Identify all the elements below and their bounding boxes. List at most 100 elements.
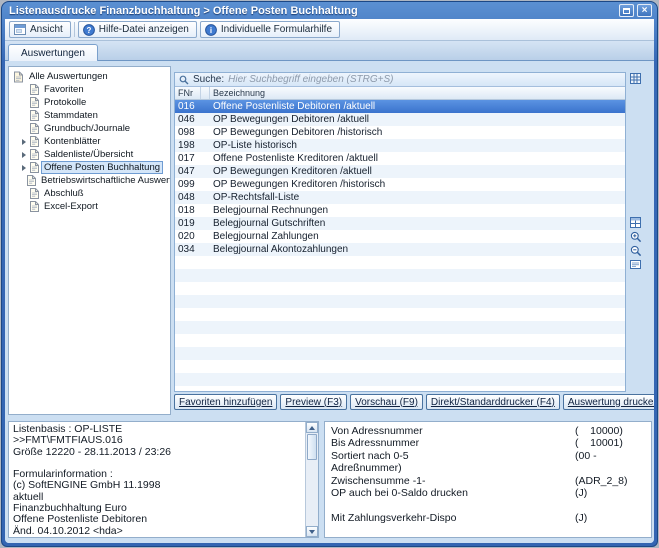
table-row[interactable]: 098 OP Bewegungen Debitoren /historisch — [175, 126, 625, 139]
cell-bezeichnung: Belegjournal Rechnungen — [210, 205, 625, 216]
document-icon — [30, 97, 39, 108]
zoom-out-icon[interactable] — [629, 244, 642, 257]
cell-fnr: 020 — [175, 231, 201, 242]
table-icon[interactable] — [629, 216, 642, 229]
individual-form-help-button[interactable]: i Individuelle Formularhilfe — [200, 21, 340, 38]
table-row[interactable]: 198 OP-Liste historisch — [175, 139, 625, 152]
preview-f3-button[interactable]: Preview (F3) — [280, 394, 347, 410]
cell-bezeichnung: Belegjournal Gutschriften — [210, 218, 625, 229]
restore-button[interactable] — [619, 4, 634, 17]
card-icon[interactable] — [629, 258, 642, 271]
cell-bezeichnung: OP Bewegungen Kreditoren /aktuell — [210, 166, 625, 177]
table-row[interactable]: 048 OP-Rechtsfall-Liste — [175, 191, 625, 204]
tree-item[interactable]: Betriebswirtschaftliche Auswertungen — [9, 174, 170, 187]
restore-icon — [623, 8, 630, 14]
search-bar[interactable]: Suche: Hier Suchbegriff eingeben (STRG+S… — [175, 73, 625, 87]
tree-item[interactable]: Stammdaten — [9, 109, 170, 122]
vorschau-f9-button[interactable]: Vorschau (F9) — [350, 394, 423, 410]
document-icon — [30, 201, 39, 212]
scroll-up-icon — [309, 426, 315, 430]
zoom-in-icon[interactable] — [629, 230, 642, 243]
param-value: ( 10000) — [575, 425, 623, 437]
tree-root-item[interactable]: Alle Auswertungen — [9, 67, 170, 83]
document-icon — [30, 123, 39, 134]
tree-item[interactable]: Favoriten — [9, 83, 170, 96]
cell-fnr: 098 — [175, 127, 201, 138]
tree-item[interactable]: Kontenblätter — [9, 135, 170, 148]
table-row[interactable]: 046 OP Bewegungen Debitoren /aktuell — [175, 113, 625, 126]
expand-icon[interactable] — [20, 100, 27, 106]
toolbar: Ansicht ? Hilfe-Datei anzeigen i Individ… — [5, 19, 654, 41]
expand-icon[interactable] — [20, 139, 27, 145]
column-header-fnr[interactable]: FNr — [175, 87, 201, 99]
tree-item[interactable]: Protokolle — [9, 96, 170, 109]
tree-items: Favoriten Protokolle Stammdaten Grundbuc… — [9, 83, 170, 213]
print-report-button[interactable]: Auswertung drucken — [563, 394, 654, 410]
tree-item-label: Excel-Export — [42, 201, 100, 212]
expand-icon[interactable] — [20, 113, 27, 119]
scroll-up-button[interactable] — [306, 422, 318, 433]
tree-item-selected[interactable]: Offene Posten Buchhaltung — [9, 161, 170, 174]
table-row[interactable]: 018 Belegjournal Rechnungen — [175, 204, 625, 217]
help-file-button[interactable]: ? Hilfe-Datei anzeigen — [78, 21, 197, 38]
expand-icon[interactable] — [20, 87, 27, 93]
close-button[interactable]: × — [637, 4, 652, 17]
param-label: Bis Adressnummer — [331, 437, 419, 449]
table-row[interactable]: 020 Belegjournal Zahlungen — [175, 230, 625, 243]
cell-fnr: 019 — [175, 218, 201, 229]
tree-item[interactable]: Grundbuch/Journale — [9, 122, 170, 135]
tree-item-label: Favoriten — [42, 84, 86, 95]
table-row[interactable]: 019 Belegjournal Gutschriften — [175, 217, 625, 230]
expand-icon[interactable] — [20, 178, 24, 184]
expand-icon[interactable] — [20, 165, 27, 171]
expand-icon[interactable] — [20, 204, 27, 210]
column-header-bezeichnung[interactable]: Bezeichnung — [210, 87, 625, 99]
param-value: (ADR_2_8) — [575, 475, 628, 487]
param-value: (00 - — [575, 450, 597, 462]
window-title: Listenausdrucke Finanzbuchhaltung > Offe… — [9, 5, 616, 17]
tree-item[interactable]: Excel-Export — [9, 200, 170, 213]
toolbar-separator — [74, 22, 75, 37]
param-label: Mit Zahlungsverkehr-Dispo — [331, 512, 456, 524]
cell-fnr: 018 — [175, 205, 201, 216]
expand-icon[interactable] — [20, 152, 27, 158]
tree-item[interactable]: Abschluß — [9, 187, 170, 200]
document-icon — [27, 175, 36, 186]
table-row[interactable]: 017 Offene Postenliste Kreditoren /aktue… — [175, 152, 625, 165]
direct-printer-button[interactable]: Direkt/Standarddrucker (F4) — [426, 394, 560, 410]
column-header-flag[interactable] — [201, 87, 210, 99]
individual-form-help-button-label: Individuelle Formularhilfe — [221, 24, 332, 35]
table-row[interactable]: 034 Belegjournal Akontozahlungen — [175, 243, 625, 256]
cell-bezeichnung: Belegjournal Akontozahlungen — [210, 244, 625, 255]
param-value: ( 10001) — [575, 437, 623, 449]
table-row[interactable]: 047 OP Bewegungen Kreditoren /aktuell — [175, 165, 625, 178]
report-params-panel: Von Adressnummer ( 10000) Bis Adressnumm… — [324, 421, 652, 538]
table-row[interactable]: 016 Offene Postenliste Debitoren /aktuel… — [175, 100, 625, 113]
reports-root-icon — [13, 71, 24, 83]
param-row: Zwischensumme -1- (ADR_2_8) — [331, 475, 651, 487]
tree-item[interactable]: Saldenliste/Übersicht — [9, 148, 170, 161]
document-icon — [30, 162, 39, 173]
scroll-down-button[interactable] — [306, 526, 318, 537]
tree-item-label: Grundbuch/Journale — [42, 123, 132, 134]
info-line: (c) SoftENGINE GmbH 11.1998 — [13, 480, 301, 491]
report-table: Suche: Hier Suchbegriff eingeben (STRG+S… — [174, 72, 626, 392]
param-label: OP auch bei 0-Saldo drucken — [331, 487, 468, 499]
scrollbar-track[interactable] — [306, 461, 318, 526]
grid-icon[interactable] — [629, 72, 642, 85]
tab-auswertungen[interactable]: Auswertungen — [8, 44, 98, 61]
info-scrollbar[interactable] — [305, 422, 318, 537]
tree-item-label: Betriebswirtschaftliche Auswertungen — [39, 175, 171, 186]
expand-icon[interactable] — [20, 191, 27, 197]
document-icon — [30, 149, 39, 160]
table-row[interactable]: 099 OP Bewegungen Kreditoren /historisch — [175, 178, 625, 191]
cell-bezeichnung: OP-Liste historisch — [210, 140, 625, 151]
expand-icon[interactable] — [20, 126, 27, 132]
title-bar[interactable]: Listenausdrucke Finanzbuchhaltung > Offe… — [2, 2, 657, 19]
info-line: Änd. 04.10.2012 <hda> — [13, 526, 301, 537]
cell-bezeichnung: OP Bewegungen Debitoren /historisch — [210, 127, 625, 138]
search-icon — [179, 75, 189, 85]
add-favorites-button[interactable]: Favoriten hinzufügen — [174, 394, 277, 410]
scrollbar-thumb[interactable] — [307, 434, 317, 460]
view-button[interactable]: Ansicht — [9, 21, 71, 38]
